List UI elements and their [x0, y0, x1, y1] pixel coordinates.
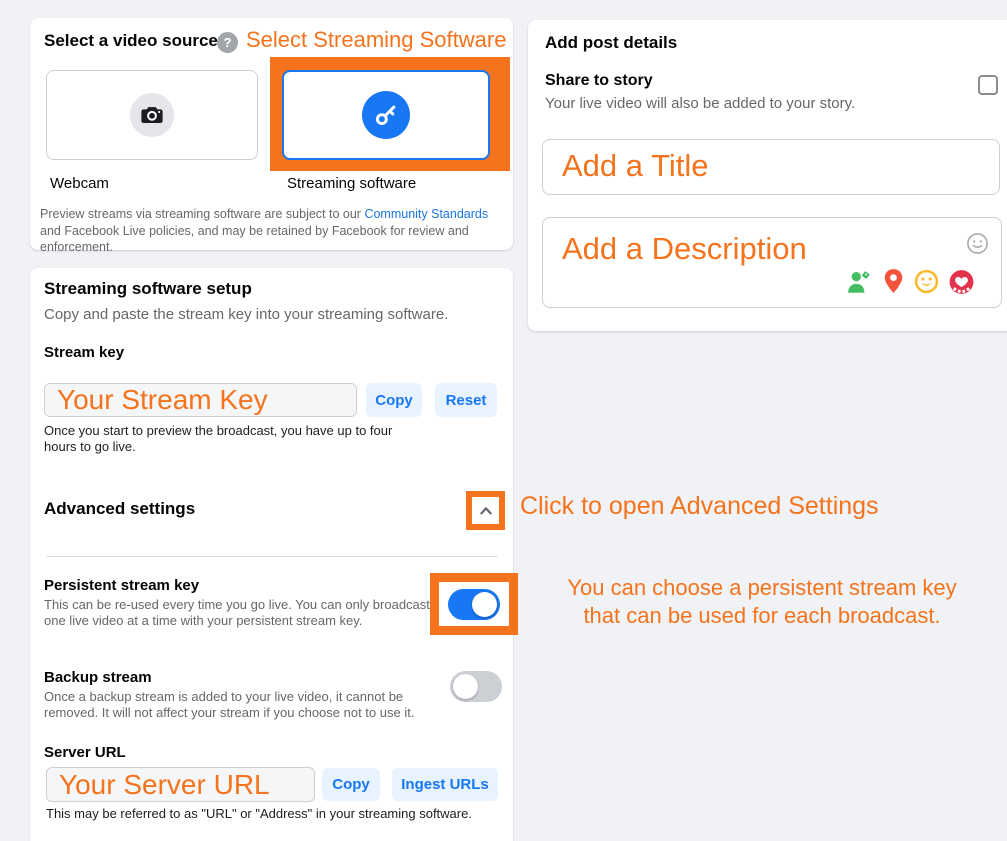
stream-key-copy-button[interactable]: Copy	[366, 383, 422, 417]
feeling-smiley-icon[interactable]	[914, 269, 939, 294]
annotation-persistent-stream-key: You can choose a persistent stream key t…	[515, 574, 1007, 630]
post-details-title: Add post details	[545, 33, 677, 53]
ingest-urls-button[interactable]: Ingest URLs	[392, 768, 498, 801]
backup-stream-toggle[interactable]	[450, 671, 502, 702]
stream-key-reset-button[interactable]: Reset	[435, 383, 497, 417]
tag-people-icon[interactable]	[845, 269, 873, 295]
persistent-stream-key-toggle[interactable]	[448, 589, 500, 620]
annotation-persistent-line1: You can choose a persistent stream key	[515, 574, 1007, 602]
annotation-highlight-persistent-toggle	[430, 573, 518, 635]
webcam-option[interactable]	[46, 70, 258, 160]
toggle-knob	[453, 674, 478, 699]
stream-key-note: Once you start to preview the broadcast,…	[44, 423, 392, 455]
persistent-stream-key-label: Persistent stream key	[44, 577, 199, 594]
live-producer-page: Select a video source ? Webcam Streaming	[0, 0, 1007, 841]
streaming-disclaimer: Preview streams via streaming software a…	[40, 206, 496, 256]
setup-subtitle: Copy and paste the stream key into your …	[44, 306, 448, 323]
post-title-placeholder: Add a Title	[562, 148, 708, 184]
persistent-desc-line1: This can be re-used every time you go li…	[44, 597, 430, 613]
stream-key-note-line1: Once you start to preview the broadcast,…	[44, 423, 392, 439]
description-action-icons	[845, 268, 975, 295]
annotation-select-streaming-software: Select Streaming Software	[246, 27, 506, 53]
server-url-label: Server URL	[44, 744, 126, 761]
share-to-story-checkbox[interactable]	[978, 75, 998, 95]
watch-heart-reel-icon[interactable]	[948, 269, 975, 295]
webcam-label: Webcam	[50, 175, 109, 192]
backup-desc-line1: Once a backup stream is added to your li…	[44, 689, 414, 705]
backup-stream-label: Backup stream	[44, 669, 152, 686]
chevron-up-icon	[477, 502, 495, 520]
advanced-divider	[46, 556, 498, 557]
persistent-desc-line2: one live video at a time with your persi…	[44, 613, 430, 629]
stream-key-note-line2: hours to go live.	[44, 439, 392, 455]
setup-title: Streaming software setup	[44, 279, 252, 299]
advanced-settings-label: Advanced settings	[44, 499, 195, 519]
annotation-persistent-line2: that can be used for each broadcast.	[515, 602, 1007, 630]
toggle-knob	[472, 592, 497, 617]
stream-key-icon	[362, 91, 410, 139]
community-standards-link[interactable]: Community Standards	[364, 207, 488, 221]
post-description-placeholder: Add a Description	[562, 231, 807, 267]
annotation-highlight-advanced	[466, 491, 505, 530]
check-in-location-icon[interactable]	[882, 268, 905, 295]
share-to-story-desc: Your live video will also be added to yo…	[545, 95, 855, 112]
streaming-software-option[interactable]	[282, 70, 490, 160]
help-icon[interactable]: ?	[217, 32, 238, 53]
backup-stream-desc: Once a backup stream is added to your li…	[44, 689, 414, 720]
emoji-smiley-outline-icon[interactable]	[966, 232, 989, 255]
video-source-title: Select a video source	[44, 31, 218, 51]
backup-desc-line2: removed. It will not affect your stream …	[44, 705, 414, 721]
advanced-settings-collapse-button[interactable]	[472, 497, 499, 524]
server-url-copy-button[interactable]: Copy	[322, 768, 380, 801]
stream-key-input[interactable]: Your Stream Key	[44, 383, 357, 417]
stream-key-label: Stream key	[44, 344, 124, 361]
server-url-input[interactable]: Your Server URL	[46, 767, 315, 802]
disclaimer-text-post: and Facebook Live policies, and may be r…	[40, 224, 469, 255]
server-url-note: This may be referred to as "URL" or "Add…	[46, 806, 472, 822]
share-to-story-label: Share to story	[545, 72, 653, 90]
streaming-software-label: Streaming software	[287, 175, 416, 192]
disclaimer-text-pre: Preview streams via streaming software a…	[40, 207, 364, 221]
annotation-click-advanced-settings: Click to open Advanced Settings	[520, 492, 879, 521]
camera-icon	[130, 93, 174, 137]
persistent-stream-key-desc: This can be re-used every time you go li…	[44, 597, 430, 628]
